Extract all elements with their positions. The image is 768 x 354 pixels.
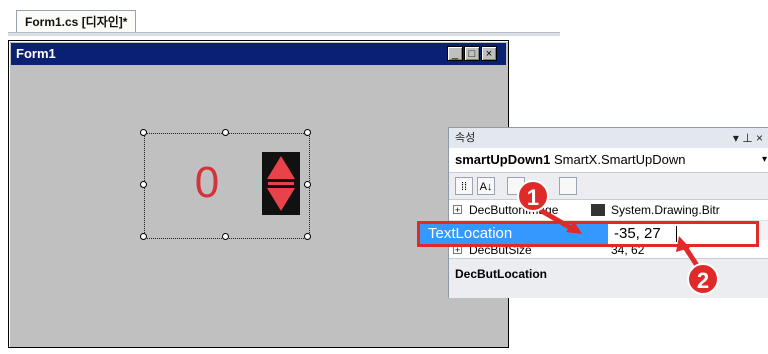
step-1-badge: 1 <box>517 180 549 212</box>
annotation-arrows <box>538 207 703 272</box>
step-2-badge: 2 <box>687 263 719 295</box>
